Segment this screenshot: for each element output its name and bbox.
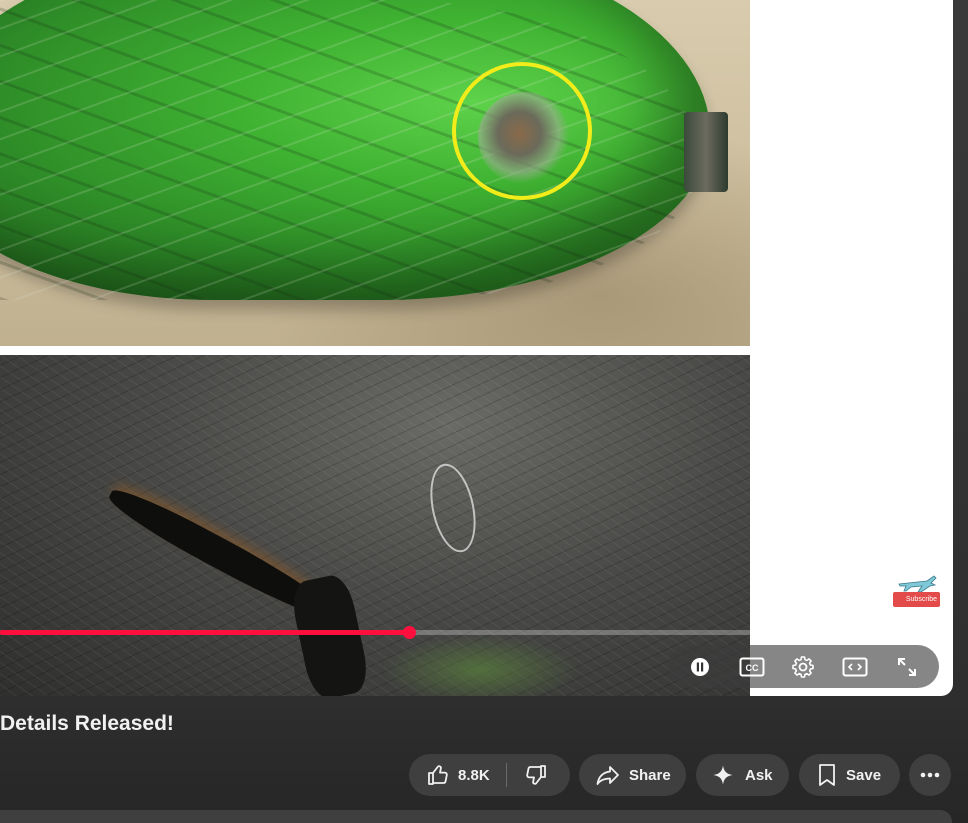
svg-text:CC: CC <box>745 663 758 673</box>
pause-icon <box>690 657 709 676</box>
like-count: 8.8K <box>458 766 490 784</box>
description-box-edge <box>0 810 952 823</box>
like-divider <box>505 763 507 787</box>
highlight-circle <box>452 62 592 200</box>
captions-button[interactable]: CC <box>732 647 772 687</box>
fullscreen-button[interactable] <box>887 647 927 687</box>
thumbs-down-icon <box>525 765 546 785</box>
airplane-icon <box>898 575 937 593</box>
more-horizontal-icon <box>920 772 940 778</box>
settings-button[interactable] <box>783 647 823 687</box>
save-label: Save <box>846 766 882 784</box>
progress-bar[interactable] <box>0 626 940 639</box>
gear-icon <box>792 655 815 678</box>
like-button[interactable] <box>426 763 450 787</box>
more-actions-button[interactable] <box>909 754 951 796</box>
ask-button[interactable]: Ask <box>696 754 789 796</box>
like-dislike-group: 8.8K <box>409 754 570 796</box>
share-label: Share <box>629 766 671 784</box>
video-frame-top-image <box>0 0 750 346</box>
channel-watermark[interactable]: Subscribe <box>893 572 941 610</box>
sparkle-icon <box>712 764 734 786</box>
dislike-button[interactable] <box>524 763 548 787</box>
cylinder-neck <box>684 112 728 192</box>
video-title: Details Released! <box>0 712 174 735</box>
player-controls: CC <box>668 645 939 688</box>
miniplayer-button[interactable] <box>835 647 875 687</box>
video-frame-bottom-image <box>0 355 750 696</box>
thumbs-up-icon <box>428 765 448 785</box>
progress-played <box>0 630 409 635</box>
closed-captions-icon: CC <box>739 657 765 676</box>
subscribe-badge: Subscribe <box>893 592 940 607</box>
fullscreen-icon <box>898 657 917 676</box>
image-separator <box>0 346 750 355</box>
pause-button[interactable] <box>680 647 720 687</box>
miniplayer-icon <box>842 657 868 676</box>
scrubber-handle[interactable] <box>403 626 416 639</box>
share-button[interactable]: Share <box>579 754 686 796</box>
video-player[interactable]: Subscribe CC <box>0 0 953 696</box>
save-button[interactable]: Save <box>799 754 900 796</box>
ask-label: Ask <box>745 766 773 784</box>
share-icon <box>595 763 621 787</box>
bookmark-icon <box>817 763 837 787</box>
